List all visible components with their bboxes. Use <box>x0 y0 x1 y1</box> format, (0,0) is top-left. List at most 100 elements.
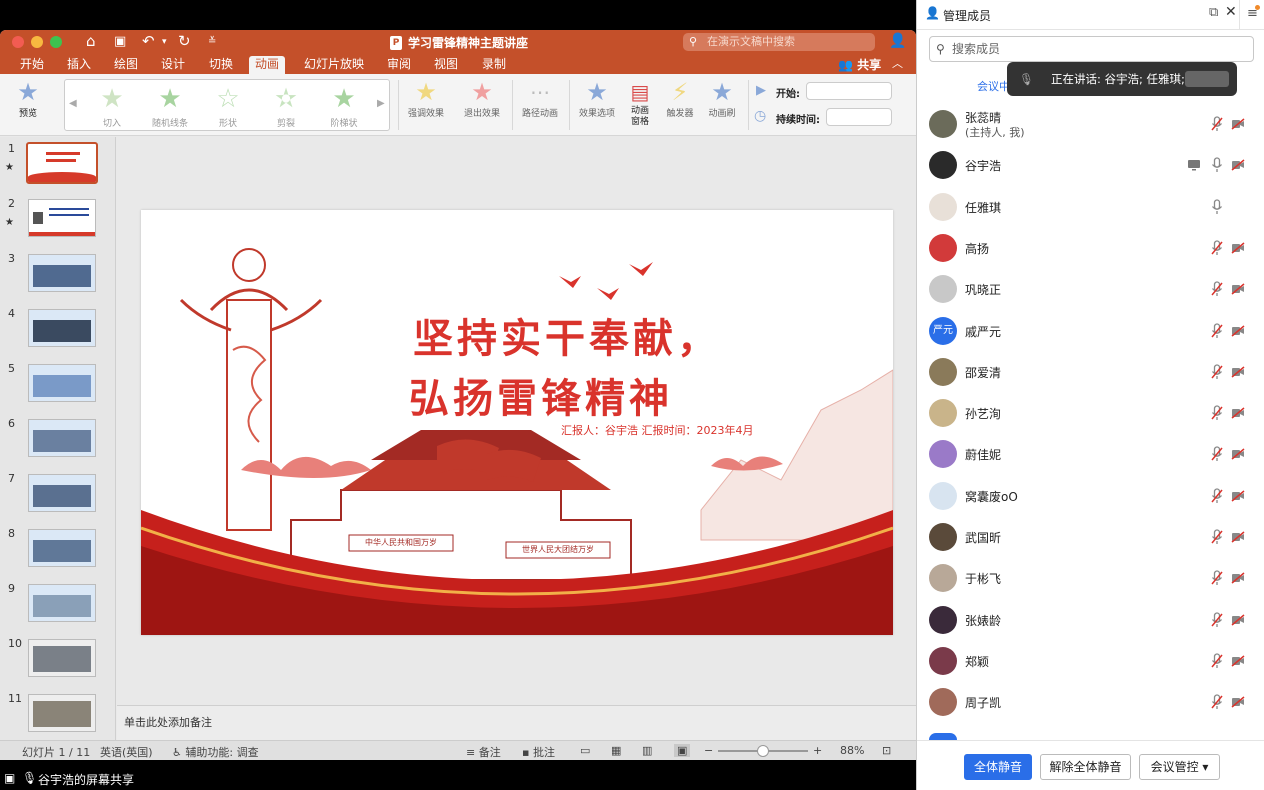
meeting-control-button[interactable]: 会议管控 ▾ <box>1139 754 1220 780</box>
camera-off-icon[interactable] <box>1231 283 1245 295</box>
slide-thumbnail-9[interactable]: 9 <box>0 582 115 630</box>
gallery-prev-icon[interactable]: ◀ <box>69 98 77 109</box>
slide-thumbnail-pane[interactable]: 1 ★ 2 ★ 3 4 5 6 7 8 9 10 11 <box>0 137 116 741</box>
tab-draw[interactable]: 绘图 <box>108 56 144 74</box>
camera-off-icon[interactable] <box>1231 118 1245 130</box>
current-slide[interactable]: 中华人民共和国万岁 世界人民大团结万岁 坚持实干奉献， 弘扬雷锋精神 汇报人：谷… <box>141 210 893 635</box>
camera-off-icon[interactable] <box>1231 531 1245 543</box>
tab-slideshow[interactable]: 幻灯片放映 <box>298 56 370 74</box>
slide-thumbnail-11[interactable]: 11 <box>0 692 115 740</box>
tab-animations[interactable]: 动画 <box>249 56 286 74</box>
mic-muted-icon[interactable] <box>1211 364 1223 380</box>
close-icon[interactable]: ✕ <box>1225 4 1237 20</box>
motion-path-button[interactable]: ⋯ 路径动画 <box>518 78 562 119</box>
animation-painter-button[interactable]: ★ 动画刷 <box>702 78 742 119</box>
slide-thumbnail-3[interactable]: 3 <box>0 252 115 300</box>
customize-toolbar-icon[interactable]: ≚ <box>208 36 216 47</box>
unmute-all-button[interactable]: 解除全体静音 <box>1040 754 1131 780</box>
member-row[interactable]: 蔚佳妮 <box>917 434 1264 475</box>
effect-gallery[interactable]: ◀ ★ 切入 ★ 随机线条 ☆ 形状 ✫ 剪裂 ★ 阶梯状 ▶ <box>64 79 390 131</box>
redo-icon[interactable]: ↻ <box>178 32 191 50</box>
member-row[interactable]: 张蕊晴 (主持人, 我) <box>917 104 1264 145</box>
close-window-button[interactable] <box>12 36 24 48</box>
slide-thumbnail-1[interactable]: 1 ★ <box>0 142 115 190</box>
camera-off-icon[interactable] <box>1231 407 1245 419</box>
camera-off-icon[interactable] <box>1231 490 1245 502</box>
mic-muted-icon[interactable] <box>1211 405 1223 421</box>
reading-view-icon[interactable]: ▥ <box>642 744 652 757</box>
animation-pane-button[interactable]: ▤ 动画 窗格 <box>624 78 656 128</box>
member-row[interactable]: 任雅琪 <box>917 187 1264 228</box>
effect-checkerboard[interactable]: ★ 阶梯状 <box>319 82 369 129</box>
camera-off-icon[interactable] <box>1231 448 1245 460</box>
mic-muted-icon[interactable] <box>1211 322 1223 339</box>
camera-off-icon[interactable] <box>1231 614 1245 626</box>
slide-thumbnail-10[interactable]: 10 <box>0 637 115 685</box>
account-icon[interactable]: 👤 <box>889 33 906 49</box>
zoom-window-button[interactable] <box>50 36 62 48</box>
document-search-input[interactable]: ⚲ 在演示文稿中搜索 <box>683 33 875 51</box>
slide-thumbnail-8[interactable]: 8 <box>0 527 115 575</box>
notes-pane[interactable]: 单击此处添加备注 <box>117 705 916 741</box>
zoom-out-icon[interactable]: − <box>704 744 713 757</box>
member-row[interactable]: 高扬 <box>917 228 1264 269</box>
slide-thumbnail-5[interactable]: 5 <box>0 362 115 410</box>
camera-off-icon[interactable] <box>1231 366 1245 378</box>
member-row[interactable]: 严元 戚严元 <box>917 311 1264 352</box>
tab-record[interactable]: 录制 <box>476 56 512 74</box>
member-search-input[interactable]: ⚲ 搜索成员 <box>929 36 1254 62</box>
member-row[interactable]: 郑颖 <box>917 641 1264 682</box>
slideshow-view-icon[interactable]: ▣ <box>674 744 691 757</box>
collapse-ribbon-icon[interactable]: ︿ <box>892 55 903 71</box>
effect-random-bars[interactable]: ★ 随机线条 <box>145 82 195 129</box>
slide-editor-canvas[interactable]: 中华人民共和国万岁 世界人民大团结万岁 坚持实干奉献， 弘扬雷锋精神 汇报人：谷… <box>117 137 916 705</box>
effect-split[interactable]: ✫ 剪裂 <box>261 82 311 129</box>
camera-off-icon[interactable] <box>1231 696 1245 708</box>
slide-thumbnail-4[interactable]: 4 <box>0 307 115 355</box>
mic-muted-icon[interactable] <box>1211 446 1223 462</box>
zoom-in-icon[interactable]: + <box>813 744 822 757</box>
undo-dropdown-icon[interactable]: ▾ <box>162 37 167 47</box>
effect-options-button[interactable]: ★ 效果选项 <box>574 78 620 119</box>
slide-reporter-text[interactable]: 汇报人：谷宇浩 汇报时间：2023年4月 <box>561 422 754 438</box>
member-row[interactable]: 武国昕 <box>917 517 1264 558</box>
mic-muted-icon[interactable] <box>1211 694 1223 710</box>
member-row[interactable]: 邵爱清 <box>917 352 1264 393</box>
preview-button[interactable]: ★ 预览 <box>8 78 48 119</box>
microphone-icon[interactable] <box>1211 157 1223 173</box>
tab-review[interactable]: 审阅 <box>381 56 417 74</box>
slide-thumbnail-6[interactable]: 6 <box>0 417 115 465</box>
effect-shape[interactable]: ☆ 形状 <box>203 82 253 129</box>
mic-muted-icon[interactable] <box>1211 488 1223 504</box>
accessibility-status[interactable]: ♿ 辅助功能: 调查 <box>172 744 259 760</box>
start-select[interactable] <box>806 82 892 100</box>
mute-all-button[interactable]: 全体静音 <box>964 754 1032 780</box>
mic-muted-icon[interactable] <box>1211 653 1223 669</box>
camera-off-icon[interactable] <box>1231 572 1245 584</box>
member-row[interactable]: 周子凯 <box>917 682 1264 723</box>
tab-transitions[interactable]: 切换 <box>203 56 239 74</box>
fit-to-window-icon[interactable]: ⊡ <box>882 744 891 757</box>
member-row[interactable]: 窝囊废oO <box>917 476 1264 517</box>
camera-off-icon[interactable] <box>1231 242 1245 254</box>
slide-sorter-icon[interactable]: ▦ <box>611 744 621 757</box>
gallery-next-icon[interactable]: ▶ <box>377 98 385 109</box>
slide-title-line-2[interactable]: 弘扬雷锋精神 <box>409 366 673 424</box>
mic-muted-icon[interactable] <box>1211 570 1223 586</box>
trigger-button[interactable]: ⚡ 触发器 <box>660 78 700 119</box>
member-row[interactable]: 于彬飞 <box>917 558 1264 599</box>
slide-thumbnail-2[interactable]: 2 ★ <box>0 197 115 245</box>
member-row[interactable]: 谷宇浩 <box>917 145 1264 186</box>
tab-home[interactable]: 开始 <box>14 56 50 74</box>
save-icon[interactable]: ▣ <box>114 34 126 49</box>
tab-design[interactable]: 设计 <box>155 56 191 74</box>
screen-share-icon[interactable] <box>1187 159 1201 171</box>
share-button[interactable]: 👥 共享 <box>838 56 881 73</box>
zoom-level[interactable]: 88% <box>840 744 864 757</box>
exit-effects-button[interactable]: ★ 退出效果 <box>460 78 504 119</box>
member-row[interactable]: 孙艺洵 <box>917 393 1264 434</box>
mic-muted-icon[interactable] <box>1211 240 1223 256</box>
language-status[interactable]: 英语(英国) <box>100 744 153 760</box>
camera-off-icon[interactable] <box>1231 655 1245 667</box>
menu-icon[interactable]: ≡ <box>1239 0 1264 30</box>
